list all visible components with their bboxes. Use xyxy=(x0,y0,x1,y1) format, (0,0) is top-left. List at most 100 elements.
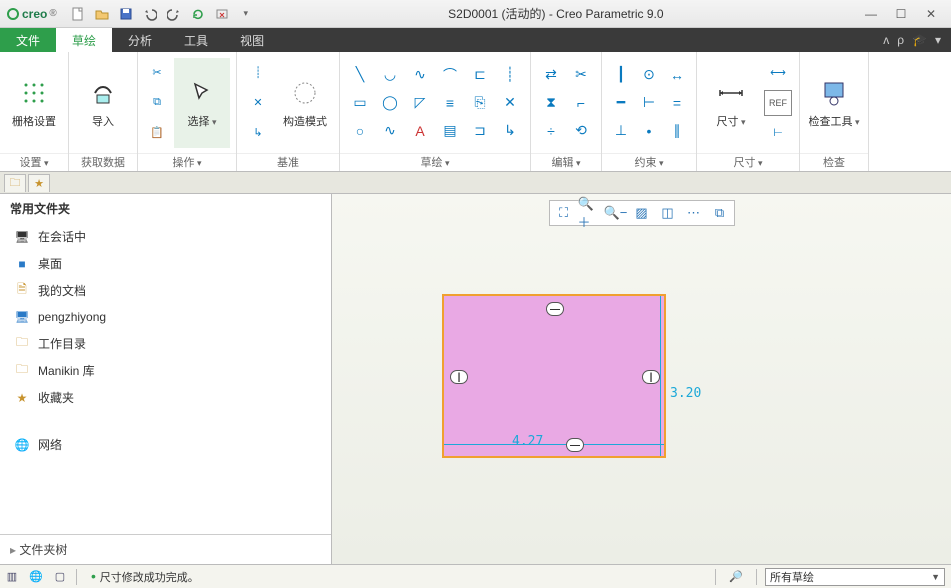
constraint-marker-bottom[interactable]: — xyxy=(566,438,584,452)
group-label-constrain[interactable]: 约束 xyxy=(602,153,696,171)
sb-window-icon[interactable]: ▢ xyxy=(48,567,72,587)
parallel-constraint-icon[interactable]: ∥ xyxy=(664,118,690,144)
maximize-button[interactable]: ☐ xyxy=(891,7,911,21)
rect-tool-icon[interactable]: ▭ xyxy=(346,90,374,116)
datum-display-icon[interactable]: ⋯ xyxy=(682,202,706,224)
display-style-icon[interactable]: ◫ xyxy=(656,202,680,224)
repaint-icon[interactable]: ▨ xyxy=(630,202,654,224)
folder-documents[interactable]: 🗎我的文档 xyxy=(0,277,331,304)
divide-tool-icon[interactable]: ÷ xyxy=(537,118,565,144)
group-label-sketch[interactable]: 草绘 xyxy=(340,153,530,171)
centerline-icon[interactable]: ┊ xyxy=(244,60,272,86)
tangent-constraint-icon[interactable]: ⊙ xyxy=(636,62,662,88)
project-tool-icon[interactable]: ⎘ xyxy=(466,90,494,116)
close-window-icon[interactable] xyxy=(211,3,233,25)
centerline-tool-icon[interactable]: ┊ xyxy=(496,62,524,88)
import-button[interactable]: 导入 xyxy=(75,58,131,148)
dimension-button[interactable]: 尺寸 xyxy=(703,58,759,148)
check-tools-button[interactable]: 检查工具 xyxy=(806,58,862,148)
palette-tool-icon[interactable]: ▤ xyxy=(436,118,464,144)
help-icon[interactable]: ▾ xyxy=(935,33,941,47)
ord-dim-icon[interactable]: ⊢ xyxy=(764,120,792,146)
constraint-marker-right[interactable]: | xyxy=(642,370,660,384)
sb-browser-icon[interactable]: 🌐 xyxy=(24,567,48,587)
sb-find-icon[interactable]: 🔎 xyxy=(724,567,748,587)
minimize-button[interactable]: — xyxy=(861,7,881,21)
spline-tool-icon[interactable]: ∿ xyxy=(406,62,434,88)
group-label-settings[interactable]: 设置 xyxy=(0,153,68,171)
new-file-icon[interactable] xyxy=(67,3,89,25)
mirror-tool-icon[interactable]: ⧗ xyxy=(537,90,565,116)
annotation-display-icon[interactable]: ⧉ xyxy=(708,202,732,224)
tab-tools[interactable]: 工具 xyxy=(168,28,224,52)
sym-constraint-icon[interactable]: ↔ xyxy=(664,62,690,88)
tab-view[interactable]: 视图 xyxy=(224,28,280,52)
thicken-tool-icon[interactable]: ≡ xyxy=(436,90,464,116)
rotate-tool-icon[interactable]: ⟲ xyxy=(567,118,595,144)
sketch-rectangle[interactable] xyxy=(442,294,666,458)
corner-tool-icon[interactable]: ⌐ xyxy=(567,90,595,116)
sketch-geometry[interactable]: 4.27 3.20 — — | | xyxy=(442,294,670,462)
folder-manikin[interactable]: 🗀Manikin 库 xyxy=(0,357,331,384)
coord-tool-icon[interactable]: ↳ xyxy=(496,118,524,144)
folder-favorites[interactable]: ★收藏夹 xyxy=(0,384,331,411)
coord-icon[interactable]: ↳ xyxy=(244,120,272,146)
chamfer-tool-icon[interactable]: ◸ xyxy=(406,90,434,116)
dimension-width[interactable]: 4.27 xyxy=(512,434,543,449)
fillet-tool-icon[interactable]: ⌒ xyxy=(436,62,464,88)
redo-icon[interactable] xyxy=(163,3,185,25)
dimension-height[interactable]: 3.20 xyxy=(670,386,701,401)
ribbon-min-icon[interactable]: ʌ xyxy=(883,33,889,47)
zoom-in-icon[interactable]: 🔍＋ xyxy=(578,202,602,224)
qat-customize-icon[interactable]: ▾ xyxy=(235,3,257,25)
zoom-out-icon[interactable]: 🔍− xyxy=(604,202,628,224)
line-tool-icon[interactable]: ╲ xyxy=(346,62,374,88)
paste-icon[interactable]: 📋 xyxy=(143,120,171,146)
modify-tool-icon[interactable]: ⇄ xyxy=(537,62,565,88)
tab-file[interactable]: 文件 xyxy=(0,28,56,52)
group-label-dimension[interactable]: 尺寸 xyxy=(697,153,799,171)
constraint-marker-left[interactable]: | xyxy=(450,370,468,384)
open-file-icon[interactable] xyxy=(91,3,113,25)
save-icon[interactable] xyxy=(115,3,137,25)
arc-tool-icon[interactable]: ◡ xyxy=(376,62,404,88)
tab-analysis[interactable]: 分析 xyxy=(112,28,168,52)
regen-icon[interactable] xyxy=(187,3,209,25)
point-icon[interactable]: ✕ xyxy=(244,90,272,116)
nav-tab-fav-icon[interactable]: ★ xyxy=(28,174,50,192)
perp-constraint-icon[interactable]: ⊥ xyxy=(608,118,634,144)
folder-network[interactable]: 🌐网络 xyxy=(0,431,331,458)
learn-icon[interactable]: 🎓 xyxy=(912,33,927,47)
ref-dim-icon[interactable]: REF xyxy=(764,90,792,116)
delete-seg-icon[interactable]: ✂ xyxy=(567,62,595,88)
folder-tree-toggle[interactable]: 文件夹树 xyxy=(0,534,331,564)
mid-constraint-icon[interactable]: ⊢ xyxy=(636,90,662,116)
close-button[interactable]: ✕ xyxy=(921,7,941,21)
cut-icon[interactable]: ✂ xyxy=(143,60,171,86)
vert-constraint-icon[interactable]: ┃ xyxy=(608,62,634,88)
grid-settings-button[interactable]: 栅格设置 xyxy=(6,58,62,148)
construction-mode-button[interactable]: 构造模式 xyxy=(277,58,333,148)
copy-icon[interactable]: ⧉ xyxy=(143,90,171,116)
point-tool-icon[interactable]: ✕ xyxy=(496,90,524,116)
spline2-tool-icon[interactable]: ∿ xyxy=(376,118,404,144)
group-label-operate[interactable]: 操作 xyxy=(138,153,236,171)
search-help-icon[interactable]: ρ xyxy=(897,33,904,47)
equal-constraint-icon[interactable]: = xyxy=(664,90,690,116)
group-label-edit[interactable]: 编辑 xyxy=(531,153,601,171)
constraint-marker-top[interactable]: — xyxy=(546,302,564,316)
circle-tool-icon[interactable]: ○ xyxy=(346,118,374,144)
horiz-constraint-icon[interactable]: ━ xyxy=(608,90,634,116)
baseline-dim-icon[interactable]: ⟷ xyxy=(764,60,792,86)
folder-working[interactable]: 🗀工作目录 xyxy=(0,330,331,357)
nav-tab-folder-icon[interactable]: 🗀 xyxy=(4,174,26,192)
folder-in-session[interactable]: 🖥在会话中 xyxy=(0,223,331,250)
offset-tool-icon[interactable]: ⊏ xyxy=(466,62,494,88)
folder-desktop[interactable]: ■桌面 xyxy=(0,250,331,277)
graphics-canvas[interactable]: ⛶ 🔍＋ 🔍− ▨ ◫ ⋯ ⧉ 4.27 3.20 — — | | xyxy=(332,194,951,564)
sb-nav-icon[interactable]: ▥ xyxy=(0,567,24,587)
selection-filter-combo[interactable]: 所有草绘 ▼ xyxy=(765,568,945,586)
select-button[interactable]: 选择 xyxy=(174,58,230,148)
ellipse-tool-icon[interactable]: ◯ xyxy=(376,90,404,116)
text-tool-icon[interactable]: A xyxy=(406,118,434,144)
